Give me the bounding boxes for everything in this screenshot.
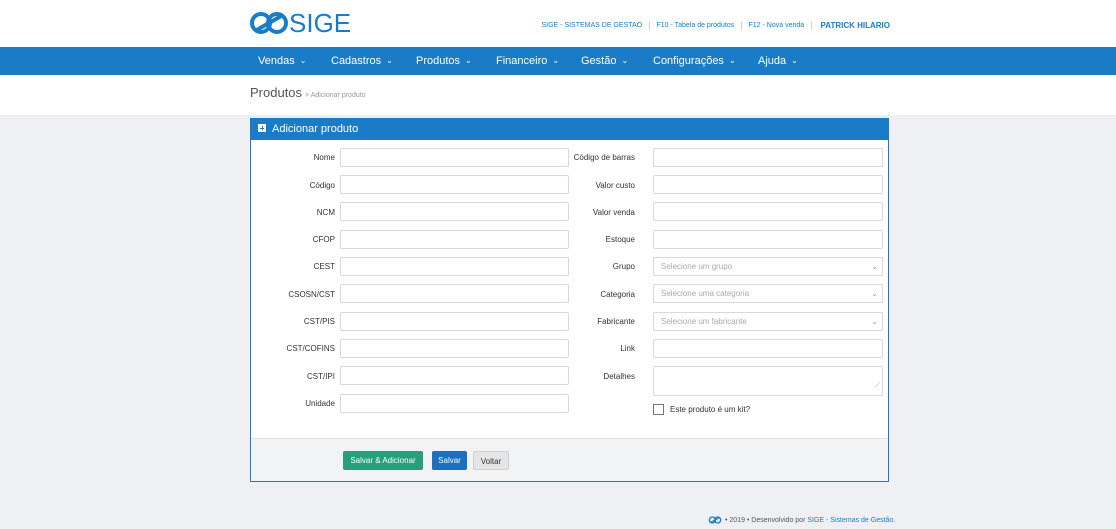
top-links: SIGE - SISTEMAS DE GESTAO | F10 - Tabela… (542, 20, 891, 30)
cfop-input[interactable] (340, 230, 569, 249)
chevron-down-icon: ⌄ (871, 317, 878, 326)
nav-label: Cadastros (331, 55, 382, 67)
label-cst-pis: CST/PIS (303, 317, 335, 326)
chevron-down-icon: ⌄ (871, 262, 878, 271)
label-unidade: Unidade (305, 399, 335, 408)
user-name[interactable]: PATRICK HILARIO (821, 21, 890, 30)
nav-produtos[interactable]: Produtos ⌄ (416, 47, 472, 75)
label-codigo-barras: Código de barras (573, 153, 635, 162)
kit-label: Este produto é um kit? (670, 405, 751, 414)
panel-title: Adicionar produto (272, 123, 359, 135)
estoque-input[interactable] (653, 230, 883, 249)
label-valor-venda: Valor venda (592, 208, 635, 217)
ncm-input[interactable] (340, 202, 569, 221)
page-footer: • 2019 • Desenvolvido por SIGE - Sistema… (708, 516, 895, 524)
label-csosn-cst: CSOSN/CST (288, 290, 335, 299)
valor-venda-input[interactable] (653, 202, 883, 221)
breadcrumb: Produtos > Adicionar produto (250, 85, 366, 100)
cst-cofins-input[interactable] (340, 339, 569, 358)
label-link: Link (620, 344, 635, 353)
fabricante-placeholder: Selecione um fabricante (661, 317, 747, 326)
panel-footer: Salvar & Adicionar Salvar Voltar (251, 438, 888, 481)
plus-square-icon (258, 124, 266, 132)
label-nome: Nome (313, 153, 335, 162)
footer-text: • 2019 • Desenvolvido por (725, 516, 806, 524)
nav-vendas[interactable]: Vendas ⌄ (258, 47, 306, 75)
panel-header: Adicionar produto (251, 119, 888, 140)
nav-configuracoes[interactable]: Configurações ⌄ (653, 47, 736, 75)
nav-label: Financeiro (496, 55, 548, 67)
fabricante-select[interactable]: Selecione um fabricante ⌄ (653, 312, 883, 331)
chevron-down-icon: ⌄ (728, 56, 736, 65)
csosn-cst-input[interactable] (340, 284, 569, 303)
sige-logo[interactable]: SIGE (250, 7, 352, 38)
resize-grip-icon[interactable]: ⟋ (875, 377, 880, 394)
chevron-down-icon: ⌄ (465, 56, 472, 65)
nav-label: Gestão (581, 55, 617, 67)
nav-ajuda[interactable]: Ajuda ⌄ (758, 47, 798, 75)
nav-label: Ajuda (758, 55, 787, 67)
codigo-barras-input[interactable] (653, 148, 883, 167)
valor-custo-input[interactable] (653, 175, 883, 194)
infinity-logo-icon (250, 12, 288, 34)
nav-label: Vendas (258, 55, 295, 67)
chevron-down-icon: ⌄ (552, 56, 560, 65)
main-nav: Vendas ⌄ Cadastros ⌄ Produtos ⌄ Financeiro ⌄… (0, 47, 1116, 75)
chevron-down-icon: ⌄ (871, 289, 878, 298)
label-grupo: Grupo (612, 262, 635, 271)
nome-input[interactable] (340, 148, 569, 167)
infinity-logo-icon (708, 516, 722, 524)
label-ncm: NCM (316, 208, 335, 217)
top-header: SIGE SIGE - SISTEMAS DE GESTAO | F10 - T… (0, 0, 1116, 47)
cest-input[interactable] (340, 257, 569, 276)
label-codigo: Código (309, 181, 335, 190)
chevron-down-icon: ⌄ (386, 56, 393, 65)
detalhes-textarea[interactable]: ⟋ (653, 366, 883, 396)
breadcrumb-title[interactable]: Produtos (250, 85, 302, 100)
breadcrumb-area: Produtos > Adicionar produto (0, 75, 1116, 115)
link-sige-sistemas[interactable]: SIGE - SISTEMAS DE GESTAO (542, 22, 643, 29)
nav-cadastros[interactable]: Cadastros ⌄ (331, 47, 393, 75)
logo-text: SIGE (289, 7, 352, 38)
label-valor-custo: Valor custo (595, 181, 635, 190)
label-cst-ipi: CST/IPI (306, 372, 335, 381)
label-detalhes: Detalhes (603, 372, 635, 381)
save-and-add-button[interactable]: Salvar & Adicionar (343, 451, 423, 470)
breadcrumb-current: > Adicionar produto (305, 92, 366, 99)
label-categoria: Categoria (600, 290, 635, 299)
label-cest: CEST (313, 262, 335, 271)
divider: | (740, 20, 743, 30)
kit-checkbox[interactable] (653, 404, 664, 415)
categoria-select[interactable]: Selecione uma categoria ⌄ (653, 284, 883, 303)
link-nova-venda[interactable]: F12 - Nova venda (749, 22, 805, 29)
add-product-panel: Adicionar produto Nome Código NCM CFOP C… (250, 118, 889, 482)
chevron-down-icon: ⌄ (299, 56, 307, 65)
divider: | (810, 20, 813, 30)
cst-ipi-input[interactable] (340, 366, 569, 385)
kit-checkbox-row[interactable]: Este produto é um kit? (653, 404, 750, 415)
codigo-input[interactable] (340, 175, 569, 194)
link-tabela-produtos[interactable]: F10 - Tabela de produtos (656, 22, 734, 29)
unidade-input[interactable] (340, 394, 569, 413)
nav-gestao[interactable]: Gestão ⌄ (581, 47, 628, 75)
back-button[interactable]: Voltar (473, 451, 509, 470)
grupo-placeholder: Selecione um grupo (661, 262, 733, 271)
label-cst-cofins: CST/COFINS (286, 344, 335, 353)
label-cfop: CFOP (312, 235, 335, 244)
categoria-placeholder: Selecione uma categoria (661, 289, 750, 298)
grupo-select[interactable]: Selecione um grupo ⌄ (653, 257, 883, 276)
nav-label: Produtos (416, 55, 461, 67)
nav-label: Configurações (653, 55, 724, 67)
label-estoque: Estoque (605, 235, 635, 244)
chevron-down-icon: ⌄ (621, 56, 629, 65)
footer-link[interactable]: SIGE - Sistemas de Gestão. (807, 517, 895, 524)
cst-pis-input[interactable] (340, 312, 569, 331)
chevron-down-icon: ⌄ (791, 56, 798, 65)
divider: | (648, 20, 651, 30)
save-button[interactable]: Salvar (432, 451, 467, 470)
label-fabricante: Fabricante (597, 317, 635, 326)
nav-financeiro[interactable]: Financeiro ⌄ (496, 47, 559, 75)
link-input[interactable] (653, 339, 883, 358)
